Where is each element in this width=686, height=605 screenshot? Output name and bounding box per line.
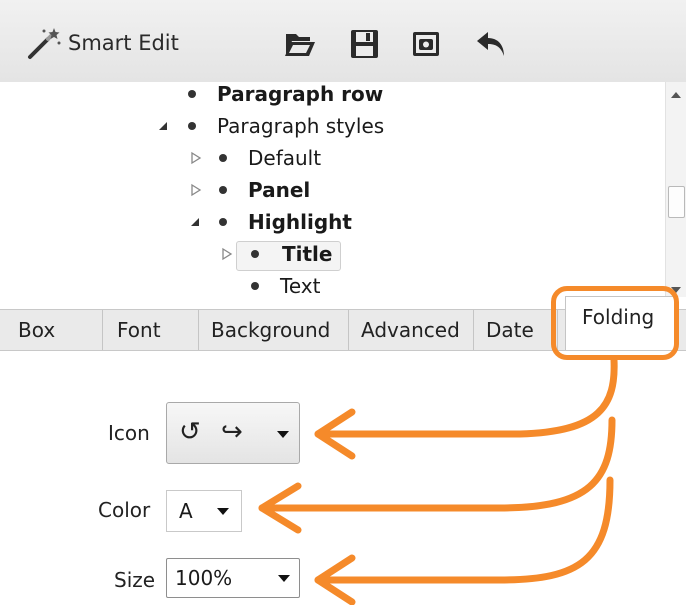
tree-item-text[interactable]: Text xyxy=(0,271,660,297)
tree-item-panel[interactable]: Panel xyxy=(0,175,660,205)
floppy-disk-icon xyxy=(351,30,378,58)
save-button[interactable] xyxy=(344,26,384,62)
tree-item-default[interactable]: Default xyxy=(0,143,660,173)
tree-scrollbar[interactable] xyxy=(665,82,686,297)
tree-item-label: Highlight xyxy=(248,210,352,234)
bullet-icon xyxy=(188,122,196,130)
folder-icon xyxy=(285,34,315,56)
tab-folding[interactable]: Folding xyxy=(565,296,678,350)
tree-item-label: Panel xyxy=(248,178,311,202)
icon-dropdown-value: ↺ ↪ xyxy=(179,417,249,447)
bullet-icon xyxy=(219,186,227,194)
chevron-down-icon xyxy=(278,575,290,582)
toolbar: Smart Edit xyxy=(0,0,686,83)
screenshot-button[interactable] xyxy=(406,26,446,62)
collapsed-arrow-icon[interactable] xyxy=(190,151,202,165)
tree-item-label: Text xyxy=(280,274,321,297)
tab-font[interactable]: Font xyxy=(103,310,199,350)
undo-button[interactable] xyxy=(472,26,512,62)
collapsed-arrow-icon[interactable] xyxy=(221,247,233,261)
bullet-icon xyxy=(188,90,196,98)
tree-item-label: Paragraph row xyxy=(217,82,384,106)
color-dropdown[interactable]: A xyxy=(166,490,242,532)
scroll-down-icon[interactable] xyxy=(671,287,681,293)
smart-edit-button[interactable]: Smart Edit xyxy=(26,26,179,60)
style-tree: Paragraph row Paragraph styles Default P… xyxy=(0,82,686,297)
tree-item-label: Title xyxy=(282,242,333,266)
tree-item-label: Default xyxy=(248,146,322,170)
chevron-down-icon xyxy=(217,508,229,515)
size-dropdown[interactable]: 100% xyxy=(166,558,300,598)
bullet-icon xyxy=(251,250,259,258)
icon-dropdown[interactable]: ↺ ↪ xyxy=(166,402,300,464)
icon-field-label: Icon xyxy=(108,421,150,445)
size-field-label: Size xyxy=(114,568,156,592)
tab-date[interactable]: Date xyxy=(474,310,558,350)
tree-item-paragraph-row[interactable]: Paragraph row xyxy=(0,82,660,109)
chevron-down-icon xyxy=(277,431,289,438)
collapsed-arrow-icon[interactable] xyxy=(190,183,202,197)
bullet-icon xyxy=(219,218,227,226)
tree-item-label: Paragraph styles xyxy=(217,114,385,138)
undo-arrow-icon xyxy=(477,32,504,56)
size-dropdown-value: 100% xyxy=(175,566,233,590)
expanded-arrow-icon[interactable] xyxy=(157,119,169,133)
smart-edit-label: Smart Edit xyxy=(68,31,179,55)
camera-icon xyxy=(413,32,439,56)
scroll-thumb[interactable] xyxy=(668,186,685,218)
bullet-icon xyxy=(219,154,227,162)
scroll-up-icon[interactable] xyxy=(671,92,681,98)
bullet-icon xyxy=(251,282,259,290)
tab-background[interactable]: Background xyxy=(199,310,349,350)
tab-box[interactable]: Box xyxy=(0,310,103,350)
tree-item-title[interactable]: Title xyxy=(0,239,660,271)
tab-advanced[interactable]: Advanced xyxy=(349,310,474,350)
tree-item-highlight[interactable]: Highlight xyxy=(0,207,660,237)
color-dropdown-value: A xyxy=(179,499,193,523)
tree-item-paragraph-styles[interactable]: Paragraph styles xyxy=(0,111,660,141)
expanded-arrow-icon[interactable] xyxy=(189,215,201,229)
color-field-label: Color xyxy=(98,498,151,522)
open-folder-button[interactable] xyxy=(280,26,320,62)
tab-bar: Box Font Background Advanced Date Foldin… xyxy=(0,296,686,351)
magic-wand-icon xyxy=(28,28,61,59)
